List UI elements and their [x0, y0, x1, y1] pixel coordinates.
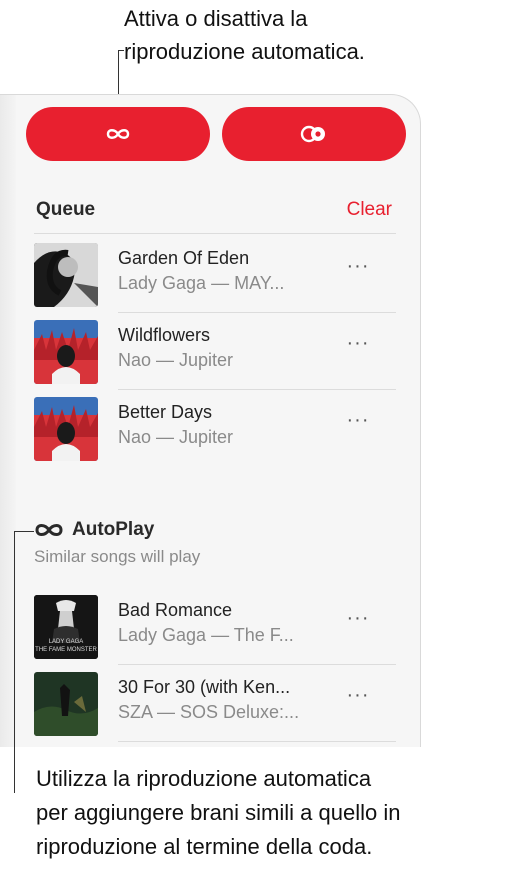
album-art [34, 397, 98, 461]
more-options-button[interactable]: ··· [342, 607, 374, 630]
autoplay-title: AutoPlay [72, 519, 155, 540]
autoplay-heading: AutoPlay [34, 519, 154, 541]
playing-next-panel: Queue Clear Garden Of Eden Lady Gaga — M… [0, 94, 421, 747]
callout-bottom-line2: per aggiungere brani simili a quello in [36, 800, 401, 825]
callout-bottom-line1: Utilizza la riproduzione automatica [36, 766, 372, 791]
overlapping-circles-icon [300, 125, 325, 143]
track-title: Garden Of Eden [118, 248, 250, 268]
callout-top-leader-tick [118, 50, 124, 51]
callout-bottom-leader-tick [14, 531, 34, 532]
infinity-icon [35, 524, 63, 536]
row-divider [118, 664, 396, 665]
callout-top-line1: Attiva o disattiva la [124, 6, 308, 31]
history-button[interactable] [222, 107, 406, 161]
track-subtitle: SZA — SOS Deluxe:... [118, 702, 300, 722]
album-art [34, 672, 98, 736]
queue-title: Queue [36, 199, 96, 220]
more-options-button[interactable]: ··· [342, 255, 374, 278]
list-item[interactable]: Garden Of Eden Lady Gaga — MAY... ··· [34, 237, 396, 313]
more-options-button[interactable]: ··· [342, 684, 374, 707]
track-title: Bad Romance [118, 600, 233, 620]
callout-bottom-line3: riproduzione al termine della coda. [36, 834, 373, 859]
album-art: LADY GAGA THE FAME MONSTER [34, 595, 98, 659]
callout-bottom-leader [14, 531, 15, 793]
album-art-text: LADY GAGA [48, 639, 84, 645]
track-subtitle: Nao — Jupiter [118, 427, 234, 447]
track-subtitle: Nao — Jupiter [118, 350, 234, 370]
album-art [34, 320, 98, 384]
queue-divider [34, 233, 396, 234]
autoplay-subtitle: Similar songs will play [34, 547, 201, 566]
list-item[interactable]: LADY GAGA THE FAME MONSTER Bad Romance L… [34, 589, 396, 665]
more-options-button[interactable]: ··· [342, 332, 374, 355]
list-item[interactable]: 30 For 30 (with Ken... SZA — SOS Deluxe:… [34, 666, 396, 742]
album-art [34, 243, 98, 307]
infinity-icon [106, 129, 130, 139]
track-title: Better Days [118, 402, 213, 422]
clear-button[interactable]: Clear [347, 199, 392, 221]
autoplay-toggle-callout: Attiva o disattiva la riproduzione autom… [124, 2, 524, 68]
callout-top-line2: riproduzione automatica. [124, 39, 365, 64]
autoplay-toggle-button[interactable] [26, 107, 210, 161]
row-divider [118, 389, 396, 390]
list-item[interactable]: Better Days Nao — Jupiter ··· [34, 391, 396, 467]
track-title: 30 For 30 (with Ken... [118, 677, 291, 697]
more-options-button[interactable]: ··· [342, 409, 374, 432]
album-art-text: THE FAME MONSTER [35, 647, 97, 653]
list-item[interactable]: Wildflowers Nao — Jupiter ··· [34, 314, 396, 390]
autoplay-description-callout: Utilizza la riproduzione automatica per … [36, 762, 526, 864]
row-divider [118, 312, 396, 313]
row-divider [118, 741, 396, 742]
track-title: Wildflowers [118, 325, 211, 345]
track-subtitle: Lady Gaga — MAY... [118, 273, 285, 293]
track-subtitle: Lady Gaga — The F... [118, 625, 294, 645]
